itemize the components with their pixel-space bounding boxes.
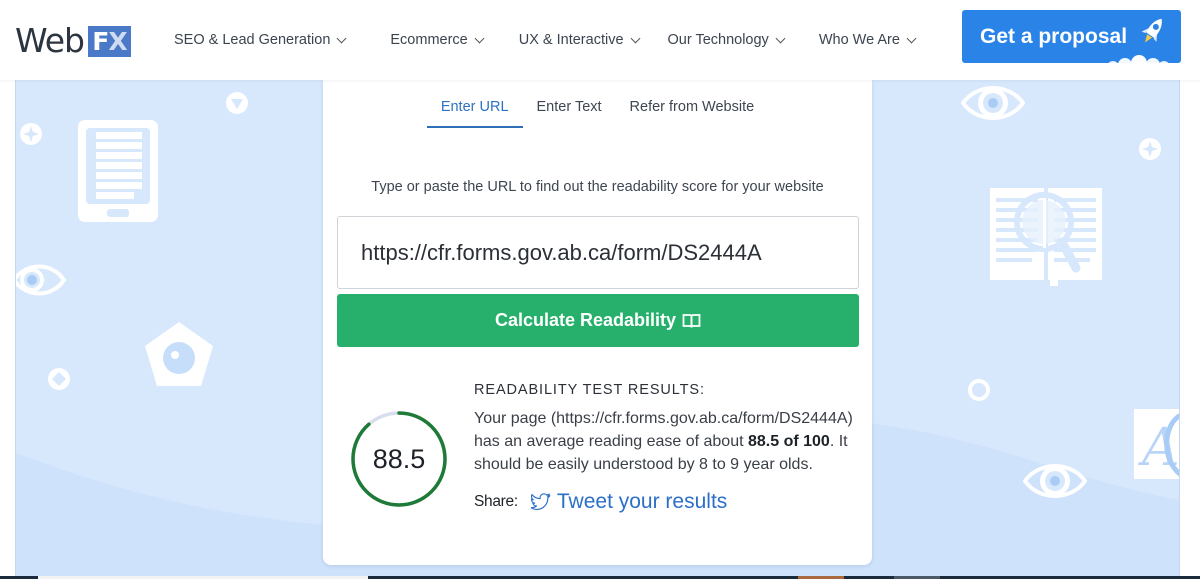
twitter-icon xyxy=(530,493,551,510)
nav-label: Ecommerce xyxy=(390,32,468,48)
chevron-down-icon xyxy=(906,33,917,43)
get-proposal-label: Get a proposal xyxy=(980,24,1128,48)
chevron-down-icon xyxy=(474,33,485,43)
results-score-highlight: 88.5 of 100 xyxy=(747,433,830,450)
ring-icon xyxy=(968,379,990,401)
score-value: 88.5 xyxy=(372,443,426,474)
chevron-down-icon xyxy=(775,33,786,43)
open-book-icon xyxy=(682,313,701,328)
chevron-down-icon xyxy=(336,33,347,43)
nav-label: Our Technology xyxy=(667,32,769,48)
instruction-text: Type or paste the URL to find out the re… xyxy=(371,179,824,195)
get-proposal-button[interactable]: Get a proposal xyxy=(962,10,1181,63)
calculate-readability-label: Calculate Readability xyxy=(494,310,677,330)
logo-fx-badge: FX xyxy=(87,25,131,57)
url-input[interactable] xyxy=(337,216,859,289)
tablet-icon xyxy=(78,120,158,222)
nav-label: SEO & Lead Generation xyxy=(174,32,331,48)
nav-item-ecommerce[interactable]: Ecommerce xyxy=(390,30,485,50)
tab-enter-url[interactable]: Enter URL xyxy=(426,80,523,128)
logo-f: F xyxy=(92,26,109,56)
results-title: READABILITY TEST RESULTS: xyxy=(474,382,705,398)
input-mode-tabs: Enter URL Enter Text Refer from Website xyxy=(323,80,872,128)
results-description: Your page (https://cfr.forms.gov.ab.ca/f… xyxy=(474,407,854,476)
tab-refer-from-website[interactable]: Refer from Website xyxy=(616,80,769,128)
calculate-readability-button[interactable]: Calculate Readability xyxy=(337,294,859,347)
logo-web-text: Web xyxy=(15,21,85,60)
eye-icon xyxy=(961,86,1025,120)
share-label: Share: xyxy=(474,493,518,510)
eye-icon xyxy=(16,264,66,296)
nav-label: Who We Are xyxy=(818,32,900,48)
pentagon-eye-icon xyxy=(145,322,213,386)
nav-item-seo[interactable]: SEO & Lead Generation xyxy=(174,30,347,50)
tab-enter-text[interactable]: Enter Text xyxy=(523,80,616,128)
nav-label: UX & Interactive xyxy=(518,32,624,48)
results-panel: READABILITY TEST RESULTS: Your page (htt… xyxy=(474,382,854,514)
tweet-results-link[interactable]: Tweet your results xyxy=(530,490,728,514)
sparkle-circle-icon xyxy=(20,123,42,145)
book-magnifier-icon xyxy=(990,188,1102,286)
main-nav: SEO & Lead Generation Ecommerce UX & Int… xyxy=(174,30,960,50)
site-header: Web FX SEO & Lead Generation Ecommerce U… xyxy=(0,0,1200,80)
diamond-circle-icon xyxy=(48,368,70,390)
triangle-circle-icon xyxy=(226,92,248,114)
nav-item-who-we-are[interactable]: Who We Are xyxy=(818,30,917,50)
chevron-down-icon xyxy=(630,33,640,43)
nav-item-technology[interactable]: Our Technology xyxy=(667,30,786,50)
nav-item-ux[interactable]: UX & Interactive xyxy=(518,30,640,50)
readability-tool-card: Enter URL Enter Text Refer from Website … xyxy=(323,80,872,565)
tweet-results-label: Tweet your results xyxy=(556,490,728,513)
typography-card-icon: A xyxy=(1134,409,1179,479)
clouds-icon xyxy=(1108,55,1169,63)
eye-icon xyxy=(1023,464,1087,498)
logo-x: X xyxy=(108,26,127,56)
sparkle-circle-icon xyxy=(1139,138,1161,160)
share-row: Share: Tweet your results xyxy=(474,490,854,514)
webfx-logo[interactable]: Web FX xyxy=(15,24,131,58)
rocket-icon xyxy=(1141,18,1162,43)
